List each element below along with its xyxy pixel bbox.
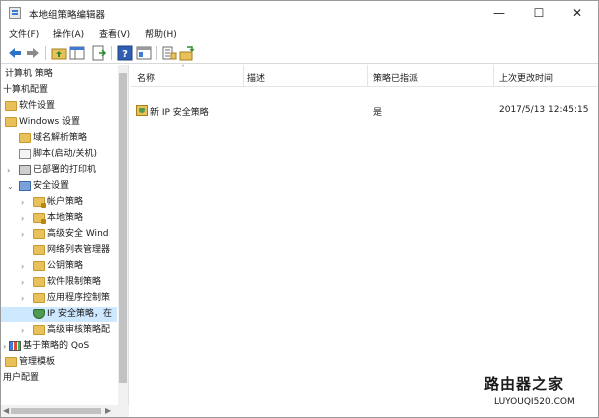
printer-icon: [19, 165, 31, 175]
window-title: 本地组策略编辑器: [29, 10, 106, 21]
folder-icon: [33, 229, 45, 239]
tree-item-software-settings[interactable]: 软件设置: [1, 99, 117, 114]
expand-icon[interactable]: ›: [21, 275, 29, 290]
watermark-url: LUYOUQI520.COM: [494, 397, 575, 407]
navigation-tree[interactable]: 计算机 策略 十算机配置 软件设置 Windows 设置 域名解析策略 脚本(启…: [1, 65, 129, 405]
tree-item-qos[interactable]: › 基于策略的 QoS: [1, 339, 117, 354]
expand-icon[interactable]: ›: [21, 211, 29, 226]
list-header: ˄ 名称 描述 策略已指派 上次更改时间: [131, 64, 598, 87]
chart-icon: [9, 341, 21, 351]
list-item[interactable]: 新 IP 安全策略 是 2017/5/13 12:45:15: [131, 103, 598, 119]
security-icon: [19, 181, 31, 191]
properties-icon[interactable]: [136, 45, 152, 61]
tree-item-local-policies[interactable]: › 本地策略: [1, 211, 117, 226]
tree-item-computer-config[interactable]: 十算机配置: [1, 83, 117, 98]
folder-icon: [19, 133, 31, 143]
watermark-logo: 路由器之家 LUYOUQI520.COM: [484, 373, 596, 417]
tree-item-admin-templates[interactable]: 管理模板: [1, 355, 117, 370]
help-icon[interactable]: ?: [117, 45, 133, 61]
tree-horizontal-scrollbar[interactable]: ◀ ▶: [1, 405, 129, 417]
tree-item-network-list[interactable]: 网络列表管理器: [1, 243, 117, 258]
tree-item-computer-policy[interactable]: 计算机 策略: [1, 67, 117, 82]
snap-icon[interactable]: [179, 45, 195, 61]
up-folder-icon[interactable]: [51, 45, 67, 61]
title-bar[interactable]: 本地组策略编辑器 — ☐ ✕: [1, 1, 598, 25]
maximize-button[interactable]: ☐: [519, 1, 559, 25]
watermark-title: 路由器之家: [484, 375, 565, 393]
group-policy-editor-window: 本地组策略编辑器 — ☐ ✕ 文件(F) 操作(A) 查看(V) 帮助(H) ?: [0, 0, 599, 418]
folder-icon: [33, 325, 45, 335]
tree-vertical-scrollbar[interactable]: [118, 65, 128, 405]
column-header-description[interactable]: 描述: [247, 71, 265, 84]
menu-action[interactable]: 操作(A): [53, 27, 84, 40]
export-list-icon[interactable]: [91, 45, 107, 61]
scroll-left-icon[interactable]: ◀: [3, 406, 9, 415]
svg-text:?: ?: [122, 49, 128, 60]
sort-ascending-icon: ˄: [181, 64, 185, 73]
scrollbar-thumb[interactable]: [11, 408, 101, 414]
expand-icon[interactable]: ›: [21, 227, 29, 242]
folder-icon: [33, 245, 45, 255]
folder-icon: [5, 101, 17, 111]
folder-icon: [33, 261, 45, 271]
ip-policy-icon: [136, 105, 148, 116]
menu-help[interactable]: 帮助(H): [145, 27, 177, 40]
script-icon: [19, 149, 31, 159]
refresh-icon[interactable]: [161, 45, 177, 61]
policy-modified: 2017/5/13 12:45:15: [499, 105, 589, 115]
expand-icon[interactable]: ›: [21, 323, 29, 338]
tree-item-printers[interactable]: › 已部署的打印机: [1, 163, 117, 178]
tree-item-public-key[interactable]: › 公钥策略: [1, 259, 117, 274]
tree-item-software-restriction[interactable]: › 软件限制策略: [1, 275, 117, 290]
expand-icon[interactable]: ›: [7, 163, 15, 178]
column-header-name[interactable]: 名称: [137, 71, 155, 84]
expand-icon[interactable]: ›: [21, 195, 29, 210]
close-button[interactable]: ✕: [557, 1, 597, 25]
back-arrow-icon[interactable]: [7, 45, 23, 61]
policy-name: 新 IP 安全策略: [150, 108, 209, 118]
column-header-modified[interactable]: 上次更改时间: [499, 71, 553, 84]
toolbar: ?: [1, 42, 598, 64]
shield-icon: [33, 309, 45, 319]
app-icon: [9, 7, 21, 19]
tree-item-security-settings[interactable]: ⌄ 安全设置: [1, 179, 117, 194]
tree-item-user-config[interactable]: 用户配置: [1, 371, 117, 386]
scroll-right-icon[interactable]: ▶: [105, 406, 111, 415]
expand-icon[interactable]: ›: [21, 259, 29, 274]
folder-icon: [5, 357, 17, 367]
menu-file[interactable]: 文件(F): [9, 27, 39, 40]
forward-arrow-icon[interactable]: [25, 45, 41, 61]
menu-view[interactable]: 查看(V): [99, 27, 130, 40]
folder-icon: [33, 293, 45, 303]
tree-item-advanced-audit[interactable]: › 高级审核策略配: [1, 323, 117, 338]
tree-item-dns-policy[interactable]: 域名解析策略: [1, 131, 117, 146]
tree-item-app-control[interactable]: › 应用程序控制策: [1, 291, 117, 306]
column-header-assigned[interactable]: 策略已指派: [373, 71, 418, 84]
scrollbar-thumb[interactable]: [119, 73, 127, 383]
folder-icon: [33, 277, 45, 287]
lock-folder-icon: [33, 197, 46, 208]
show-hide-tree-icon[interactable]: [69, 45, 85, 61]
tree-item-windows-settings[interactable]: Windows 设置: [1, 115, 117, 130]
lock-folder-icon: [33, 213, 46, 224]
details-list[interactable]: ˄ 名称 描述 策略已指派 上次更改时间 新 IP 安全策略 是 2017/5/…: [131, 64, 598, 417]
tree-item-ip-security[interactable]: IP 安全策略，在: [1, 307, 117, 322]
tree-item-account-policies[interactable]: › 帐户策略: [1, 195, 117, 210]
menu-bar: 文件(F) 操作(A) 查看(V) 帮助(H): [1, 25, 598, 42]
tree-item-scripts[interactable]: 脚本(启动/关机): [1, 147, 117, 162]
folder-icon: [5, 117, 17, 127]
policy-assigned: 是: [373, 108, 383, 118]
expand-icon[interactable]: ›: [21, 291, 29, 306]
collapse-icon[interactable]: ⌄: [7, 179, 15, 194]
tree-item-advanced-firewall[interactable]: › 高级安全 Wind: [1, 227, 117, 242]
minimize-button[interactable]: —: [479, 1, 519, 25]
